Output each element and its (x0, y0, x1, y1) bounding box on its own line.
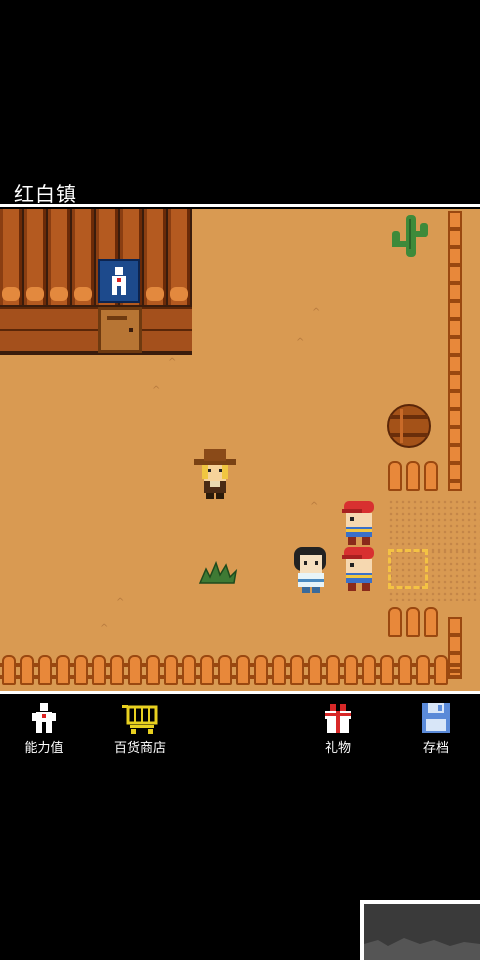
minimap[interactable] (360, 900, 480, 960)
grass-bush-icon (198, 560, 238, 584)
stick-figure-icon (32, 703, 56, 733)
stats-button[interactable]: 能力值 (4, 701, 84, 756)
cactus-icon (392, 215, 428, 257)
shop-button[interactable]: 百货商店 (100, 701, 180, 756)
stats-label: 能力值 (24, 741, 64, 756)
shop-label: 百货商店 (113, 741, 166, 756)
bottom-toolbar: 能力值 百货商店 礼物 存档 (0, 695, 480, 759)
shopping-cart-icon (122, 705, 158, 734)
selection-cursor[interactable] (388, 549, 428, 589)
cowboy-npc[interactable] (192, 449, 238, 501)
minimap-view (364, 904, 480, 960)
dark-haired-npc[interactable] (290, 545, 332, 595)
gate-fence-upper (388, 461, 442, 491)
save-button[interactable]: 存档 (396, 701, 476, 756)
red-cap-character[interactable] (338, 499, 380, 547)
house-plank-wall (0, 307, 192, 353)
floppy-disk-icon (422, 703, 450, 733)
map-top-border (0, 204, 480, 207)
game-map[interactable]: ^ ^ ^ ^ ^ ^ ^ (0, 209, 480, 691)
location-name: 红白镇 (14, 182, 77, 206)
dirt-patch (388, 499, 480, 551)
save-label: 存档 (422, 741, 449, 756)
gift-button[interactable]: 礼物 (298, 701, 378, 756)
gate-fence-lower (388, 607, 442, 637)
player-character[interactable] (338, 545, 380, 593)
house (0, 209, 192, 355)
house-door[interactable] (98, 307, 142, 353)
house-log-wall (0, 209, 192, 305)
right-fence (448, 211, 462, 491)
barrel-icon[interactable] (386, 403, 432, 449)
gift-icon (325, 704, 351, 733)
bottom-fence (2, 655, 452, 685)
house-sign-icon[interactable] (98, 259, 140, 303)
gift-label: 礼物 (324, 741, 351, 756)
map-bottom-border (0, 691, 480, 694)
